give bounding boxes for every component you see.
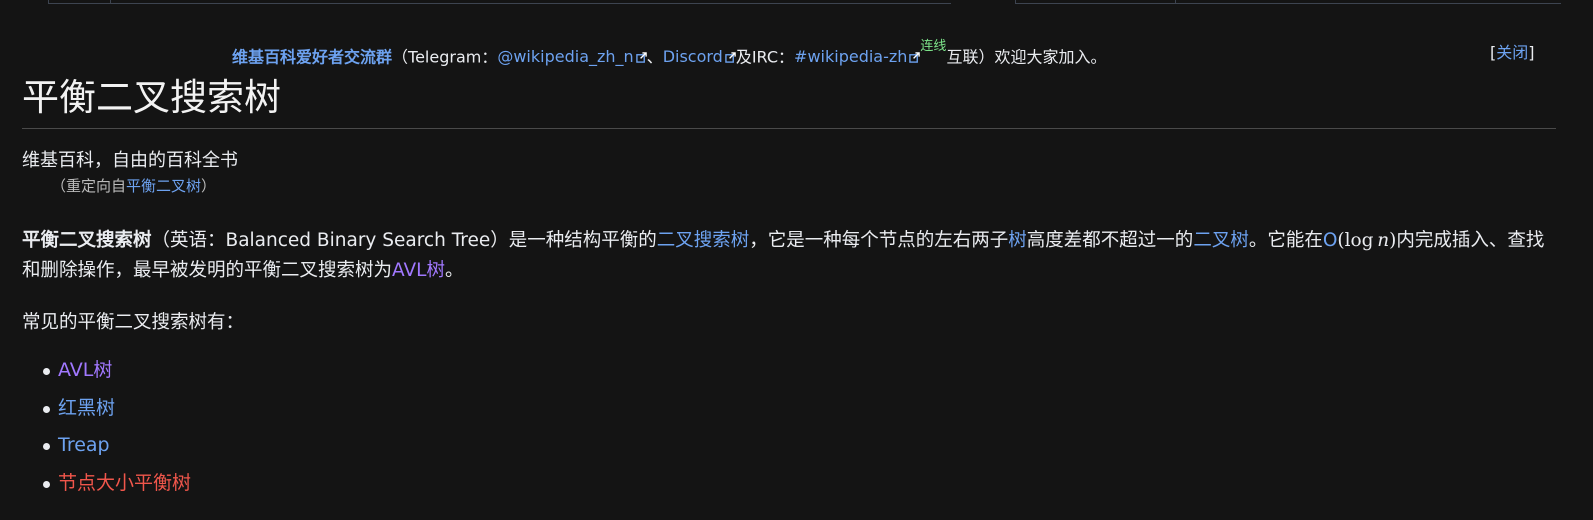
text: 高度差都不超过一的 xyxy=(1026,230,1194,251)
bst-link[interactable]: 二叉搜索树 xyxy=(657,230,750,251)
irc-link[interactable]: #wikipedia-zh xyxy=(794,47,921,66)
external-link-icon xyxy=(725,52,736,64)
text: ，它是一种每个节点的左右两子 xyxy=(749,230,1009,251)
dismiss-button[interactable]: 关闭 xyxy=(1496,43,1528,62)
list-link-size-balanced[interactable]: 节点大小平衡树 xyxy=(58,472,191,494)
notice-text: 、 xyxy=(646,47,663,67)
bullet-icon xyxy=(43,405,50,413)
notice-text: 互联）欢迎大家加入。 xyxy=(946,47,1107,67)
article-term: 平衡二叉搜索树 xyxy=(22,230,152,251)
bullet-icon xyxy=(43,443,50,450)
group-link[interactable]: 维基百科爱好者交流群 xyxy=(232,47,392,66)
math-formula: (log n) xyxy=(1337,230,1397,251)
bullet-icon xyxy=(43,480,50,488)
site-tagline: 维基百科，自由的百科全书 xyxy=(22,150,238,171)
discord-link[interactable]: Discord xyxy=(663,47,736,66)
site-notice: 维基百科爱好者交流群（Telegram：@wikipedia_zh_n 、Disc… xyxy=(0,38,1560,68)
external-link-icon xyxy=(909,52,921,64)
tab-strip xyxy=(0,0,1593,6)
dismiss-notice: [关闭] xyxy=(1490,38,1535,68)
list-item: Treap xyxy=(40,428,191,466)
avl-tree-link[interactable]: AVL树 xyxy=(392,260,445,281)
tab-edge xyxy=(1015,0,1176,4)
list-item: 红黑树 xyxy=(40,391,191,429)
list-item: AVL树 xyxy=(40,353,191,391)
text: （英语：Balanced Binary Search Tree）是一种结构平衡的 xyxy=(151,230,657,251)
dismiss-bracket: ] xyxy=(1528,43,1535,62)
redirect-notice: （重定向自平衡二叉树） xyxy=(51,175,216,196)
list-item: 节点大小平衡树 xyxy=(40,466,191,504)
balanced-tree-list: AVL树 红黑树 Treap 节点大小平衡树 xyxy=(40,353,191,503)
tree-link[interactable]: 树 xyxy=(1008,230,1027,251)
common-heading: 常见的平衡二叉搜索树有： xyxy=(22,312,245,333)
list-link-avl[interactable]: AVL树 xyxy=(58,359,112,381)
text: 。 xyxy=(444,260,464,281)
notice-text: （Telegram： xyxy=(392,47,498,67)
list-link-red-black[interactable]: 红黑树 xyxy=(58,397,115,419)
external-link-icon xyxy=(635,52,647,64)
intro-paragraph: 平衡二叉搜索树（英语：Balanced Binary Search Tree）是… xyxy=(22,226,1562,286)
interlinked-link[interactable]: 连线 xyxy=(920,39,946,54)
redirect-prefix: （重定向自 xyxy=(51,177,127,195)
bullet-icon xyxy=(43,368,50,375)
redirect-suffix: ） xyxy=(201,177,217,195)
tab-edge xyxy=(48,0,111,4)
tab-edge xyxy=(1175,0,1561,4)
big-o-link[interactable]: O xyxy=(1323,230,1338,251)
redirect-source-link[interactable]: 平衡二叉树 xyxy=(126,177,201,195)
telegram-link[interactable]: @wikipedia_zh_n xyxy=(497,47,647,66)
list-link-treap[interactable]: Treap xyxy=(58,434,110,456)
notice-text: 及IRC： xyxy=(735,47,795,67)
site-notice-content: 维基百科爱好者交流群（Telegram：@wikipedia_zh_n 、Disc… xyxy=(232,38,1106,72)
text: 。它能在 xyxy=(1248,230,1323,251)
tab-edge xyxy=(110,0,951,4)
page-title: 平衡二叉搜索树 xyxy=(22,70,1556,129)
binary-tree-link[interactable]: 二叉树 xyxy=(1193,230,1249,251)
